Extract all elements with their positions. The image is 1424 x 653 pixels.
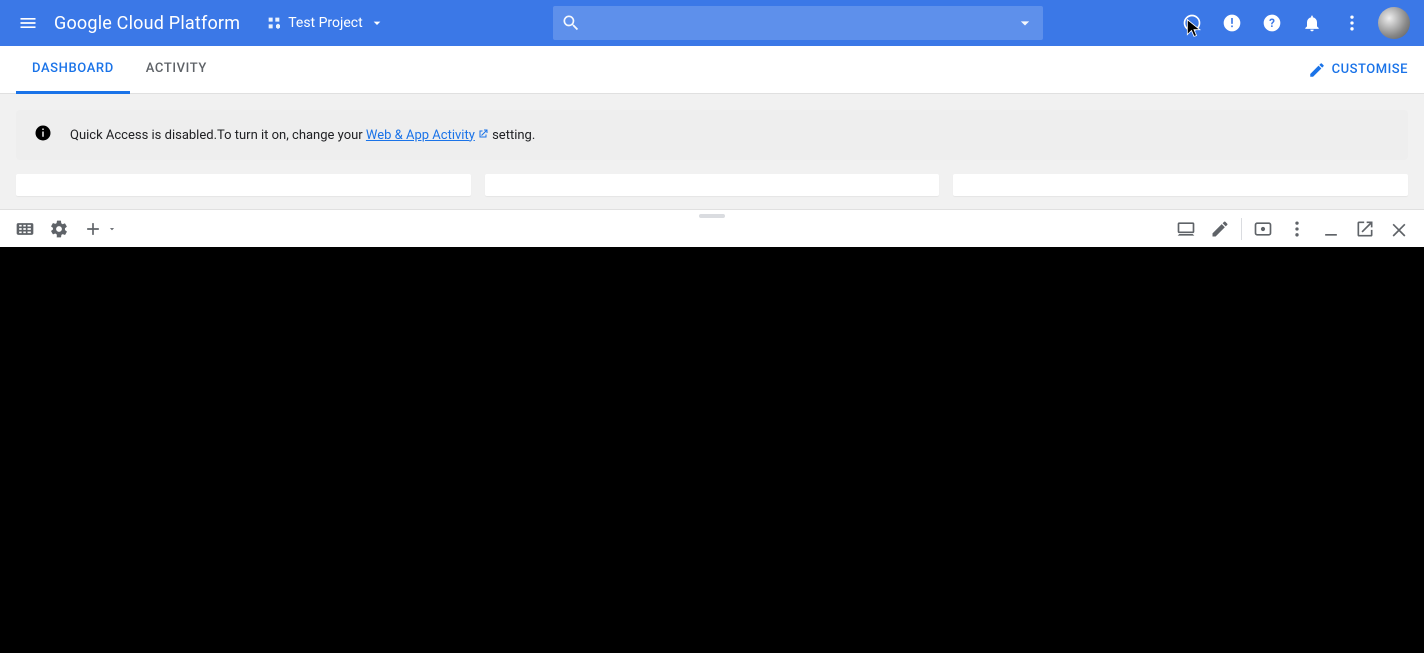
project-name: Test Project xyxy=(288,15,362,31)
laptop-preview-icon[interactable] xyxy=(1169,212,1203,246)
dashboard-card[interactable] xyxy=(16,174,471,196)
close-icon[interactable] xyxy=(1382,212,1416,246)
toolbar-divider xyxy=(1241,218,1242,240)
pencil-icon xyxy=(1308,61,1326,79)
banner-text: Quick Access is disabled.To turn it on, … xyxy=(70,128,535,143)
search-input[interactable] xyxy=(589,15,1007,31)
customise-button[interactable]: CUSTOMISE xyxy=(1308,61,1408,79)
more-vert-icon[interactable] xyxy=(1332,3,1372,43)
quick-access-banner: Quick Access is disabled.To turn it on, … xyxy=(16,110,1408,160)
top-header: Google Cloud Platform Test Project ? xyxy=(0,0,1424,46)
customise-label: CUSTOMISE xyxy=(1332,62,1408,77)
add-tab-dropdown-icon[interactable] xyxy=(104,212,120,246)
dashboard-cards-row xyxy=(16,174,1408,196)
open-new-window-icon[interactable] xyxy=(1348,212,1382,246)
search-icon xyxy=(561,13,581,33)
tabs-bar: DASHBOARD ACTIVITY CUSTOMISE xyxy=(0,46,1424,94)
dashboard-content: Quick Access is disabled.To turn it on, … xyxy=(0,94,1424,209)
dropdown-caret-icon xyxy=(369,15,385,31)
search-box[interactable] xyxy=(553,6,1043,40)
keyboard-icon[interactable] xyxy=(8,212,42,246)
project-hex-icon xyxy=(266,15,282,31)
project-picker[interactable]: Test Project xyxy=(258,11,392,35)
banner-text-post: setting. xyxy=(492,128,535,143)
banner-text-pre: Quick Access is disabled.To turn it on, … xyxy=(70,128,366,143)
session-info-icon[interactable] xyxy=(1246,212,1280,246)
svg-text:?: ? xyxy=(1269,16,1275,30)
cloud-shell-icon[interactable] xyxy=(1172,3,1212,43)
external-link-icon xyxy=(475,128,489,143)
edit-pencil-icon[interactable] xyxy=(1203,212,1237,246)
minimize-icon[interactable] xyxy=(1314,212,1348,246)
header-utilities: ? xyxy=(1172,3,1416,43)
gcp-logo-text[interactable]: Google Cloud Platform xyxy=(54,13,240,34)
dashboard-card[interactable] xyxy=(485,174,940,196)
cloud-shell-toolbar xyxy=(0,209,1424,247)
cloud-shell-terminal[interactable] xyxy=(0,247,1424,653)
help-icon[interactable]: ? xyxy=(1252,3,1292,43)
tab-activity[interactable]: ACTIVITY xyxy=(130,46,223,94)
notifications-icon[interactable] xyxy=(1292,3,1332,43)
shell-more-vert-icon[interactable] xyxy=(1280,212,1314,246)
alert-icon[interactable] xyxy=(1212,3,1252,43)
web-app-activity-link[interactable]: Web & App Activity xyxy=(366,128,489,143)
account-avatar[interactable] xyxy=(1378,7,1410,39)
dashboard-card[interactable] xyxy=(953,174,1408,196)
hamburger-menu-icon[interactable] xyxy=(8,3,48,43)
info-icon xyxy=(34,124,52,146)
settings-gear-icon[interactable] xyxy=(42,212,76,246)
tab-dashboard[interactable]: DASHBOARD xyxy=(16,46,130,94)
search-dropdown-icon[interactable] xyxy=(1015,13,1035,33)
drag-handle[interactable] xyxy=(699,214,725,218)
